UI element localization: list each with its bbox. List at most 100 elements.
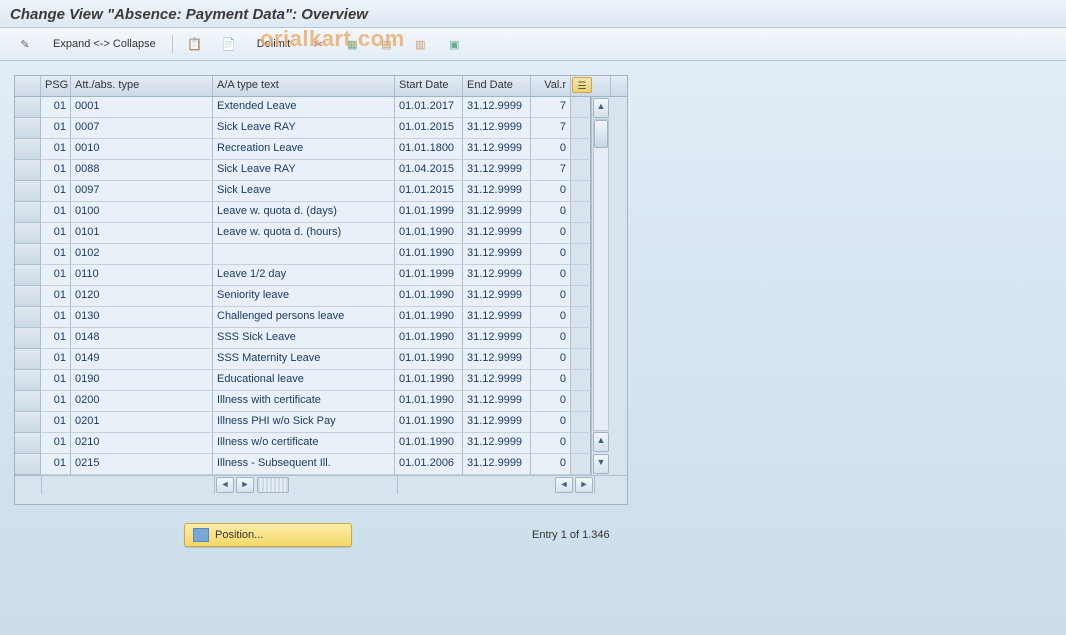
table-row[interactable]: 010110Leave 1/2 day01.01.199931.12.99990 bbox=[15, 265, 591, 286]
cell-att[interactable]: 0149 bbox=[71, 349, 213, 370]
row-selector[interactable] bbox=[15, 391, 41, 412]
hscroll2-left-icon[interactable]: ◄ bbox=[555, 477, 573, 493]
cell-txt[interactable]: SSS Sick Leave bbox=[213, 328, 395, 349]
table-row[interactable]: 010149SSS Maternity Leave01.01.199031.12… bbox=[15, 349, 591, 370]
cell-psg[interactable]: 01 bbox=[41, 433, 71, 454]
cell-psg[interactable]: 01 bbox=[41, 97, 71, 118]
cell-start[interactable]: 01.01.1990 bbox=[395, 307, 463, 328]
cell-start[interactable]: 01.01.1990 bbox=[395, 286, 463, 307]
cell-txt[interactable] bbox=[213, 244, 395, 265]
table-row[interactable]: 010190Educational leave01.01.199031.12.9… bbox=[15, 370, 591, 391]
delete-icon[interactable] bbox=[303, 33, 333, 55]
cell-psg[interactable]: 01 bbox=[41, 286, 71, 307]
cell-txt[interactable]: SSS Maternity Leave bbox=[213, 349, 395, 370]
cell-att[interactable]: 0148 bbox=[71, 328, 213, 349]
cell-end[interactable]: 31.12.9999 bbox=[463, 118, 531, 139]
cell-start[interactable]: 01.01.1990 bbox=[395, 328, 463, 349]
cell-end[interactable]: 31.12.9999 bbox=[463, 307, 531, 328]
cell-psg[interactable]: 01 bbox=[41, 244, 71, 265]
column-drag-handle[interactable] bbox=[257, 477, 289, 493]
row-selector[interactable] bbox=[15, 244, 41, 265]
row-selector[interactable] bbox=[15, 412, 41, 433]
cell-psg[interactable]: 01 bbox=[41, 412, 71, 433]
cell-txt[interactable]: Sick Leave bbox=[213, 181, 395, 202]
cell-start[interactable]: 01.01.1990 bbox=[395, 391, 463, 412]
cell-txt[interactable]: Leave w. quota d. (hours) bbox=[213, 223, 395, 244]
table-row[interactable]: 010010Recreation Leave01.01.180031.12.99… bbox=[15, 139, 591, 160]
cell-txt[interactable]: Leave w. quota d. (days) bbox=[213, 202, 395, 223]
table-settings-icon[interactable] bbox=[439, 33, 469, 55]
cell-val[interactable]: 0 bbox=[531, 181, 571, 202]
col-end-header[interactable]: End Date bbox=[463, 76, 531, 96]
cell-end[interactable]: 31.12.9999 bbox=[463, 139, 531, 160]
row-selector[interactable] bbox=[15, 223, 41, 244]
cell-end[interactable]: 31.12.9999 bbox=[463, 454, 531, 475]
cell-start[interactable]: 01.01.1990 bbox=[395, 244, 463, 265]
col-start-header[interactable]: Start Date bbox=[395, 76, 463, 96]
cell-end[interactable]: 31.12.9999 bbox=[463, 328, 531, 349]
cell-start[interactable]: 01.01.1990 bbox=[395, 412, 463, 433]
cell-att[interactable]: 0001 bbox=[71, 97, 213, 118]
row-selector[interactable] bbox=[15, 349, 41, 370]
scroll-thumb[interactable] bbox=[594, 120, 608, 148]
table-row[interactable]: 010001Extended Leave01.01.201731.12.9999… bbox=[15, 97, 591, 118]
col-val-header[interactable]: Val.r bbox=[531, 76, 571, 96]
cell-start[interactable]: 01.04.2015 bbox=[395, 160, 463, 181]
cell-psg[interactable]: 01 bbox=[41, 223, 71, 244]
cell-psg[interactable]: 01 bbox=[41, 265, 71, 286]
cell-end[interactable]: 31.12.9999 bbox=[463, 265, 531, 286]
row-selector[interactable] bbox=[15, 181, 41, 202]
cell-end[interactable]: 31.12.9999 bbox=[463, 160, 531, 181]
cell-val[interactable]: 0 bbox=[531, 328, 571, 349]
row-selector[interactable] bbox=[15, 307, 41, 328]
row-selector[interactable] bbox=[15, 118, 41, 139]
cell-val[interactable]: 0 bbox=[531, 286, 571, 307]
cell-start[interactable]: 01.01.2017 bbox=[395, 97, 463, 118]
table-row[interactable]: 010007Sick Leave RAY01.01.201531.12.9999… bbox=[15, 118, 591, 139]
cell-psg[interactable]: 01 bbox=[41, 328, 71, 349]
row-selector[interactable] bbox=[15, 370, 41, 391]
cell-val[interactable]: 0 bbox=[531, 454, 571, 475]
cell-val[interactable]: 0 bbox=[531, 223, 571, 244]
cell-psg[interactable]: 01 bbox=[41, 454, 71, 475]
col-select-header[interactable] bbox=[15, 76, 41, 96]
cell-psg[interactable]: 01 bbox=[41, 139, 71, 160]
cell-txt[interactable]: Educational leave bbox=[213, 370, 395, 391]
row-selector[interactable] bbox=[15, 97, 41, 118]
select-block-icon[interactable] bbox=[371, 33, 401, 55]
hscroll2-right-icon[interactable]: ► bbox=[575, 477, 593, 493]
cell-start[interactable]: 01.01.1990 bbox=[395, 349, 463, 370]
cell-att[interactable]: 0215 bbox=[71, 454, 213, 475]
cell-txt[interactable]: Illness - Subsequent Ill. bbox=[213, 454, 395, 475]
cell-att[interactable]: 0097 bbox=[71, 181, 213, 202]
cell-end[interactable]: 31.12.9999 bbox=[463, 97, 531, 118]
edit-icon[interactable] bbox=[10, 33, 40, 55]
table-row[interactable]: 010088Sick Leave RAY01.04.201531.12.9999… bbox=[15, 160, 591, 181]
cell-start[interactable]: 01.01.1999 bbox=[395, 265, 463, 286]
cell-end[interactable]: 31.12.9999 bbox=[463, 433, 531, 454]
cell-val[interactable]: 7 bbox=[531, 118, 571, 139]
cell-txt[interactable]: Illness w/o certificate bbox=[213, 433, 395, 454]
row-selector[interactable] bbox=[15, 139, 41, 160]
scroll-up-icon[interactable]: ▲ bbox=[593, 98, 609, 118]
cell-end[interactable]: 31.12.9999 bbox=[463, 391, 531, 412]
table-row[interactable]: 010200Illness with certificate01.01.1990… bbox=[15, 391, 591, 412]
hscroll-right-icon[interactable]: ► bbox=[236, 477, 254, 493]
cell-att[interactable]: 0130 bbox=[71, 307, 213, 328]
configure-columns-icon[interactable] bbox=[572, 77, 592, 93]
scroll-down-step-icon[interactable]: ▼ bbox=[593, 454, 609, 474]
cell-start[interactable]: 01.01.1800 bbox=[395, 139, 463, 160]
position-button[interactable]: Position... bbox=[184, 523, 352, 547]
table-row[interactable]: 010130Challenged persons leave01.01.1990… bbox=[15, 307, 591, 328]
cell-txt[interactable]: Recreation Leave bbox=[213, 139, 395, 160]
cell-val[interactable]: 7 bbox=[531, 97, 571, 118]
row-selector[interactable] bbox=[15, 454, 41, 475]
scroll-up-step-icon[interactable]: ▲ bbox=[593, 432, 609, 452]
cell-txt[interactable]: Illness with certificate bbox=[213, 391, 395, 412]
table-row[interactable]: 010101Leave w. quota d. (hours)01.01.199… bbox=[15, 223, 591, 244]
col-txt-header[interactable]: A/A type text bbox=[213, 76, 395, 96]
cell-psg[interactable]: 01 bbox=[41, 118, 71, 139]
cell-val[interactable]: 0 bbox=[531, 391, 571, 412]
table-row[interactable]: 01010201.01.199031.12.99990 bbox=[15, 244, 591, 265]
cell-att[interactable]: 0007 bbox=[71, 118, 213, 139]
